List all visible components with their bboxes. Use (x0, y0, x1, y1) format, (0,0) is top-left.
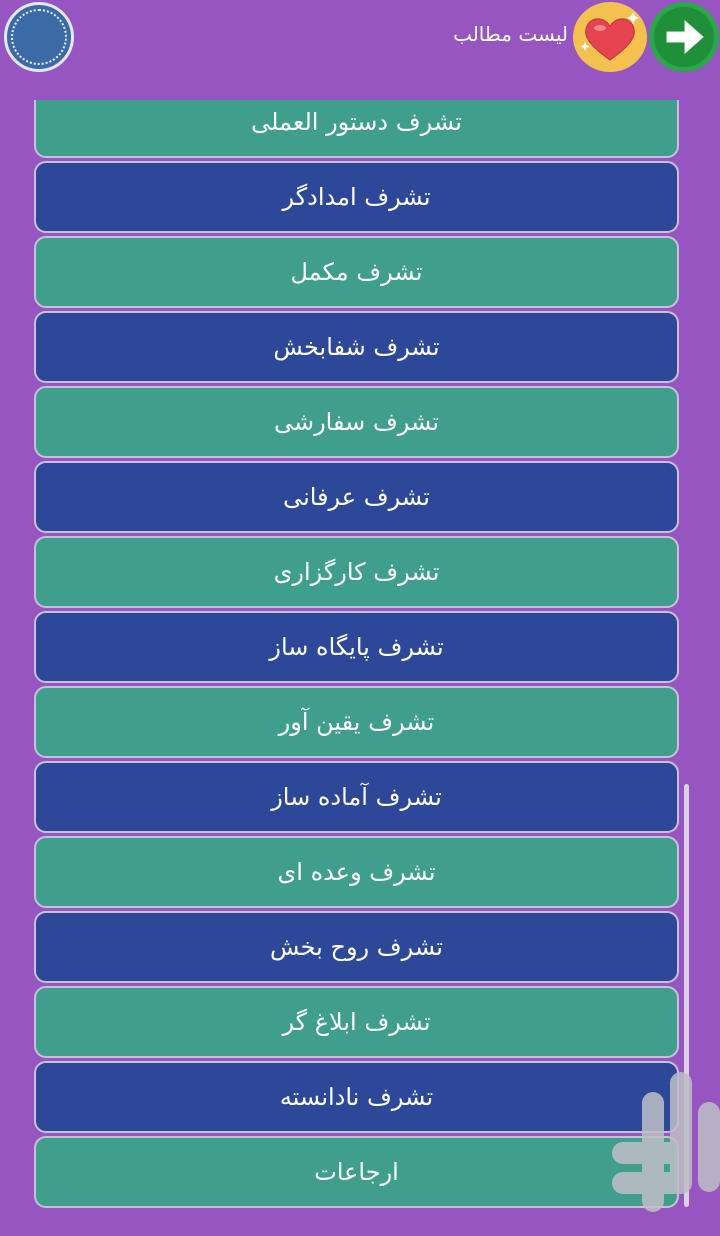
list-item-vade-ei[interactable]: تشرف وعده ای (34, 836, 679, 908)
list-item-label: ارجاعات (314, 1158, 399, 1186)
list-item-shafabakhsh[interactable]: تشرف شفابخش (34, 311, 679, 383)
list-item-label: تشرف دستور العملی (251, 108, 462, 136)
list-item-emdadgar[interactable]: تشرف امدادگر (34, 161, 679, 233)
list-item-eblagh-gar[interactable]: تشرف ابلاغ گر (34, 986, 679, 1058)
list-item-label: تشرف عرفانی (283, 483, 430, 511)
list-item-label: تشرف نادانسته (279, 1083, 434, 1111)
list-item-yaghin-avar[interactable]: تشرف یقین آور (34, 686, 679, 758)
list-item-label: تشرف آماده ساز (271, 783, 442, 811)
list-item-label: تشرف وعده ای (277, 858, 436, 886)
list-item-erfani[interactable]: تشرف عرفانی (34, 461, 679, 533)
list-item-kargozari[interactable]: تشرف کارگزاری (34, 536, 679, 608)
topics-list[interactable]: تشرف دستور العملی تشرف امدادگر تشرف مکمل… (0, 100, 720, 1236)
list-item-rooh-bakhsh[interactable]: تشرف روح بخش (34, 911, 679, 983)
page-title: لیست مطالب (453, 22, 568, 46)
back-button[interactable] (649, 2, 719, 72)
arrow-right-icon (654, 7, 714, 67)
app-header: لیست مطالب (0, 0, 720, 100)
list-item-label: تشرف امدادگر (282, 183, 431, 211)
list-item-label: تشرف شفابخش (273, 333, 440, 361)
list-item-nadanesteh[interactable]: تشرف نادانسته (34, 1061, 679, 1133)
list-item-label: تشرف پایگاه ساز (269, 633, 444, 661)
list-item-amade-saz[interactable]: تشرف آماده ساز (34, 761, 679, 833)
heart-icon (580, 12, 639, 61)
store-watermark-icon (612, 1072, 720, 1212)
app-logo-icon (4, 2, 74, 72)
list-item-label: تشرف یقین آور (278, 708, 435, 736)
list-item-paygah-saz[interactable]: تشرف پایگاه ساز (34, 611, 679, 683)
list-item-mokammel[interactable]: تشرف مکمل (34, 236, 679, 308)
list-item-dastoor-alamali[interactable]: تشرف دستور العملی (34, 100, 679, 158)
list-item-label: تشرف ابلاغ گر (282, 1008, 431, 1036)
list-item-label: تشرف مکمل (290, 258, 423, 286)
list-item-erjaat[interactable]: ارجاعات (34, 1136, 679, 1208)
list-item-label: تشرف سفارشی (273, 408, 440, 436)
list-item-sefareshi[interactable]: تشرف سفارشی (34, 386, 679, 458)
list-item-label: تشرف روح بخش (270, 933, 443, 961)
favorites-button[interactable] (573, 2, 647, 72)
logo-ring (11, 9, 67, 65)
list-item-label: تشرف کارگزاری (273, 558, 440, 586)
